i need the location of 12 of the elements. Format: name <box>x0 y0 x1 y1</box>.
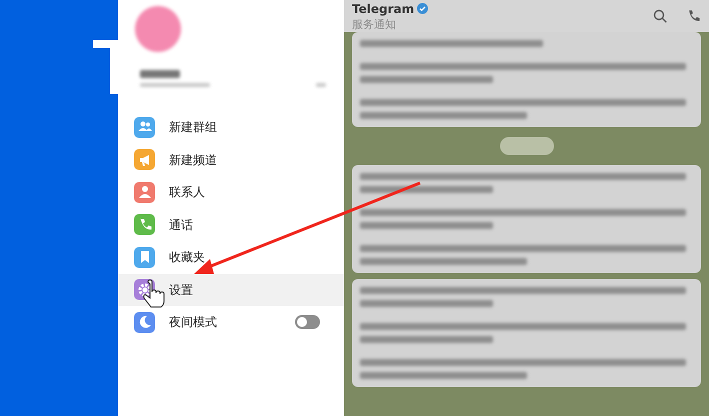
phone-icon[interactable] <box>687 9 701 23</box>
date-pill <box>500 137 554 155</box>
blurred-phone <box>140 83 210 87</box>
menu-item[interactable]: 设置 <box>118 274 344 306</box>
hand-cursor-icon <box>143 280 164 308</box>
blurred-label <box>316 83 326 87</box>
chat-subtitle: 服务通知 <box>352 18 397 30</box>
blurred-name <box>140 70 180 78</box>
chat-title: Telegram <box>352 2 414 14</box>
toggle-switch[interactable] <box>295 315 320 330</box>
search-icon[interactable] <box>653 9 667 23</box>
avatar <box>135 6 181 52</box>
